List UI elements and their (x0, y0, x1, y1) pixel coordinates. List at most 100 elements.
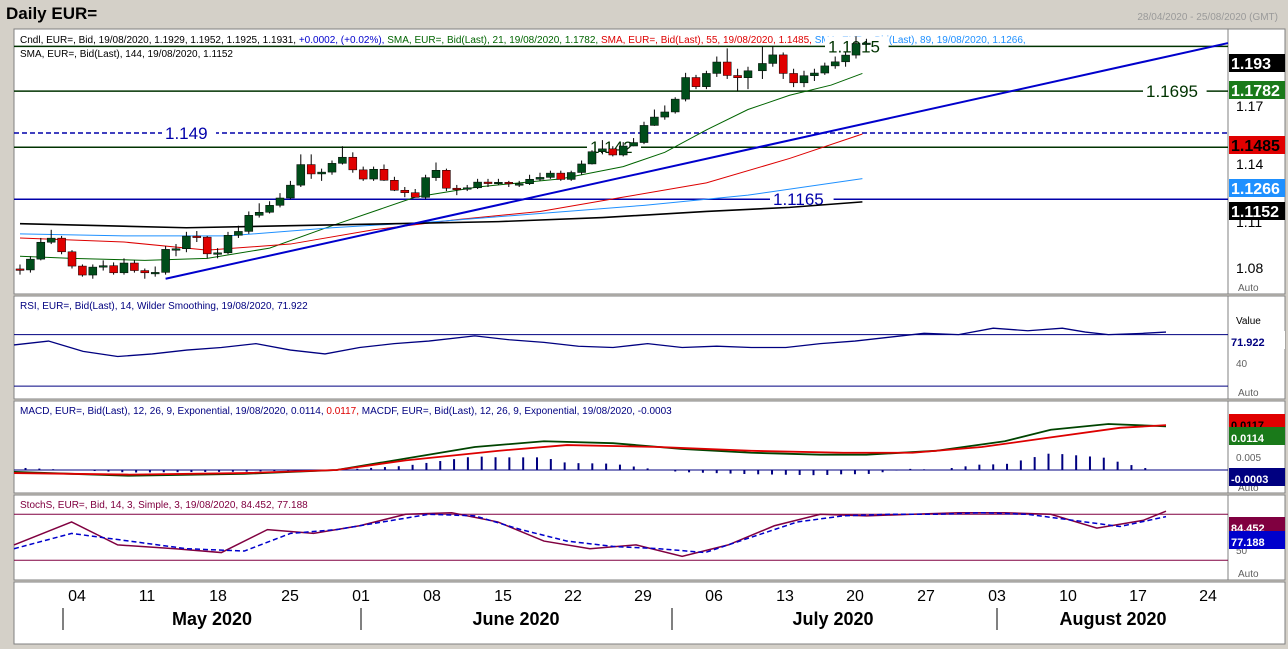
price-tick-1.17: 1.17 (1236, 98, 1263, 114)
price-tick-1.14: 1.14 (1236, 156, 1263, 172)
candle-body (587, 151, 597, 165)
x-tick-day: 03 (988, 588, 1006, 605)
candle-body (109, 265, 118, 274)
price-tag: 1.1782 (1231, 83, 1280, 100)
x-tick-day: 11 (139, 588, 156, 605)
candle-body (722, 61, 732, 76)
price-tag: 1.193 (1231, 56, 1271, 73)
candle-body (57, 237, 66, 253)
candle-body (400, 189, 410, 193)
x-month-label: June 2020 (472, 609, 559, 629)
candle-body (254, 212, 264, 216)
candle-body (358, 169, 368, 180)
x-month-label: August 2020 (1059, 609, 1166, 629)
candle-body (286, 184, 295, 199)
x-tick-day: 24 (1199, 588, 1217, 605)
candle-body (296, 164, 306, 186)
candle-body (629, 142, 638, 147)
rsi-legend: RSI, EUR=, Bid(Last), 14, Wilder Smoothi… (20, 301, 308, 312)
candle-body (789, 73, 798, 84)
candle-body (514, 183, 524, 186)
candle-body (702, 73, 711, 87)
x-tick-day: 27 (917, 588, 935, 605)
candle-body (130, 262, 139, 271)
price-pane[interactable] (13, 28, 1229, 295)
stoch-auto-label[interactable]: Auto (1238, 569, 1259, 580)
candle-body (306, 164, 316, 175)
x-tick-day: 13 (776, 588, 794, 605)
macd-legend: MACD, EUR=, Bid(Last), 12, 26, 9, Expone… (20, 406, 672, 417)
candle-body (379, 168, 389, 181)
x-tick-day: 17 (1129, 588, 1147, 605)
candle-body (546, 172, 555, 178)
macd-hist-tag: -0.0003 (1231, 474, 1268, 486)
candle-body (327, 163, 337, 173)
x-tick-day: 20 (846, 588, 864, 605)
x-tick-day: 22 (564, 588, 582, 605)
candle-body (317, 171, 326, 175)
candle-body (421, 177, 430, 198)
price-tag: 1.1266 (1231, 181, 1280, 198)
chart-canvas[interactable]: Cndl, EUR=, Bid, 19/08/2020, 1.1929, 1.1… (0, 0, 1288, 649)
candle-body (338, 156, 347, 164)
candle-body (431, 170, 441, 178)
candle-body (851, 43, 861, 56)
price-legend-line2: SMA, EUR=, Bid(Last), 144, 19/08/2020, 1… (20, 49, 233, 60)
price-tag: 1.1152 (1231, 204, 1279, 221)
candle-body (556, 172, 566, 180)
candle-body (670, 98, 680, 113)
legend-part: 0.0117, (324, 406, 359, 417)
x-tick-day: 01 (352, 588, 370, 605)
candle-body (36, 241, 46, 260)
candle-body (348, 156, 358, 171)
candle-body (830, 61, 840, 67)
candle-body (608, 148, 618, 156)
candle-body (98, 265, 108, 268)
candle-body (369, 168, 378, 180)
macd-tag: 0.0114 (1231, 433, 1265, 445)
rsi-value-label: Value (1236, 316, 1261, 327)
candle-body (598, 148, 607, 152)
candle-body (841, 54, 850, 63)
candle-body (820, 65, 830, 74)
candle-body (577, 163, 586, 173)
candle-body (681, 77, 690, 100)
candle-body (88, 266, 98, 276)
candle-body (778, 54, 788, 74)
legend-part: MACDF, EUR=, Bid(Last), 12, 26, 9, Expon… (359, 406, 672, 417)
legend-part: SMA, EUR=, Bid(Last), 21, 19/08/2020, 1.… (384, 35, 598, 46)
candle-body (712, 61, 722, 74)
candle-body (660, 111, 670, 118)
candle-body (504, 182, 514, 185)
candle-body (244, 215, 254, 232)
legend-part: SMA, EUR=, Bid(Last), 55, 19/08/2020, 1.… (598, 35, 812, 46)
candle-body (223, 235, 233, 254)
price-tick-1.08: 1.08 (1236, 260, 1263, 276)
x-tick-day: 04 (68, 588, 86, 605)
rsi-tick-40: 40 (1236, 359, 1248, 370)
candle-body (390, 180, 399, 191)
price-tag: 1.1485 (1231, 138, 1280, 155)
candle-body (618, 145, 628, 156)
candle-body (758, 63, 767, 72)
candle-body (483, 181, 493, 184)
candle-body (799, 75, 809, 84)
x-tick-day: 15 (494, 588, 512, 605)
candle-body (810, 72, 819, 76)
x-tick-day: 25 (281, 588, 299, 605)
x-tick-day: 06 (705, 588, 723, 605)
candle-body (442, 170, 451, 189)
price-auto-label[interactable]: Auto (1238, 283, 1259, 294)
candle-body (462, 187, 472, 190)
candle-body (743, 70, 753, 78)
candle-body (275, 197, 285, 206)
candle-body (46, 237, 56, 243)
candle-body (78, 265, 87, 276)
rsi-auto-label[interactable]: Auto (1238, 388, 1259, 399)
candle-body (733, 75, 742, 78)
x-tick-day: 18 (209, 588, 227, 605)
candle-body (171, 248, 181, 251)
candle-body (150, 272, 160, 275)
macd-tick-0.005: 0.005 (1236, 453, 1261, 464)
candle-body (650, 116, 659, 126)
